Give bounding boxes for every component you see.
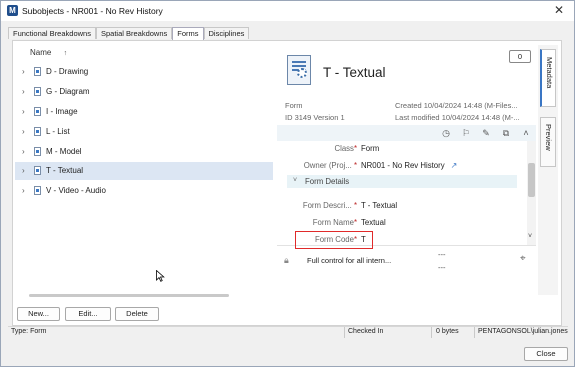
property-label-owner: Owner (Proj... * (303, 161, 357, 170)
modified-info: Last modified 10/04/2024 14:48 (M-... (395, 113, 520, 122)
status-separator (431, 327, 432, 338)
tab-functional-breakdowns[interactable]: Functional Breakdowns (8, 27, 96, 39)
chevron-right-icon[interactable]: › (22, 67, 25, 76)
chevron-right-icon[interactable]: › (22, 147, 25, 156)
property-label-description: Form Descri... * (302, 201, 357, 210)
tree-item-model[interactable]: › M - Model (15, 143, 273, 161)
permissions-row[interactable]: 🔒︎ Full control for all intern... --- --… (277, 245, 536, 275)
group-label: Form Details (305, 177, 350, 186)
scroll-down-icon[interactable]: ˅ (528, 233, 532, 240)
tab-disciplines[interactable]: Disciplines (203, 27, 250, 39)
metadata-card: T - Textual 0 Form ID 3149 Version 1 Cre… (277, 45, 536, 295)
form-icon (34, 67, 41, 76)
close-icon[interactable]: ✕ (552, 3, 566, 17)
gear-icon (297, 68, 307, 78)
tab-spatial-breakdowns[interactable]: Spatial Breakdowns (95, 27, 173, 39)
form-icon (34, 147, 41, 156)
status-separator (344, 327, 345, 338)
lock-icon: 🔒︎ (284, 255, 289, 265)
flag-icon[interactable]: ⚐ (461, 128, 471, 138)
tree-item-label: T - Textual (46, 166, 84, 175)
mouse-cursor-icon (156, 270, 165, 282)
id-version: ID 3149 Version 1 (285, 113, 345, 122)
tree-item-drawing[interactable]: › D - Drawing (15, 63, 273, 81)
tree-item-video-audio[interactable]: › V - Video - Audio (15, 182, 273, 200)
pin-icon[interactable]: ✎ (481, 128, 491, 138)
property-label-class: Class* (334, 144, 357, 153)
refresh-target-icon[interactable]: ⌖ (520, 253, 526, 264)
column-header-label: Name (30, 48, 52, 57)
history-clock-icon[interactable]: ◷ (441, 128, 451, 138)
chevron-up-icon[interactable]: ˄ (521, 128, 531, 138)
new-button[interactable]: New... (17, 307, 60, 321)
side-tab-strip: Metadata Preview (538, 45, 558, 295)
tree-item-label: D - Drawing (46, 67, 89, 76)
title-bar: M Subobjects - NR001 - No Rev History ✕ (1, 1, 574, 21)
metadata-header: T - Textual 0 Form ID 3149 Version 1 Cre… (277, 45, 536, 123)
form-code-highlight-box (295, 231, 373, 249)
form-icon (34, 186, 41, 195)
scrollbar-thumb[interactable] (528, 163, 535, 197)
tree-item-list[interactable]: › L - List (15, 123, 273, 141)
tree-item-label: L - List (46, 127, 70, 136)
permissions-label: Full control for all intern... (307, 256, 392, 265)
status-size: 0 bytes (436, 328, 459, 335)
object-class: Form (285, 101, 303, 110)
tree-item-label: I - Image (46, 107, 78, 116)
form-icon (34, 166, 41, 175)
status-user: PENTAGONSOL\julian.jones (478, 328, 568, 335)
open-link-icon[interactable]: ↗ (451, 161, 458, 170)
dialog-window: M Subobjects - NR001 - No Rev History ✕ … (0, 0, 575, 367)
created-info: Created 10/04/2024 14:48 (M-Files... (395, 101, 518, 110)
property-label-form-name: Form Name* (312, 218, 357, 227)
property-value-form-name[interactable]: Textual (361, 218, 386, 227)
form-icon (34, 87, 41, 96)
chevron-right-icon[interactable]: › (22, 87, 25, 96)
property-value-class[interactable]: Form (361, 144, 379, 153)
sort-ascending-icon: ↑ (63, 50, 68, 57)
tree-item-label: G - Diagram (46, 87, 90, 96)
chevron-right-icon[interactable]: › (22, 186, 25, 195)
delete-button[interactable]: Delete (115, 307, 159, 321)
tree-item-label: V - Video - Audio (46, 186, 106, 195)
name-column-header[interactable]: Name ↑ (30, 48, 67, 57)
property-value-description[interactable]: T - Textual (361, 201, 397, 210)
status-type: Type: Form (11, 328, 47, 335)
comment-count-badge[interactable]: 0 (509, 50, 531, 63)
property-value-owner[interactable]: NR001 - No Rev History ↗ (361, 161, 457, 170)
form-icon (34, 127, 41, 136)
form-details-group[interactable]: ˅ Form Details (287, 175, 517, 188)
chevron-right-icon[interactable]: › (22, 107, 25, 116)
horizontal-scrollbar[interactable] (29, 294, 229, 297)
forms-tree: Name ↑ › D - Drawing › G - Diagram › I -… (15, 45, 273, 289)
tree-item-label: M - Model (46, 147, 82, 156)
tab-strip: Functional Breakdowns Spatial Breakdowns… (8, 27, 250, 40)
status-separator (474, 327, 475, 338)
tree-item-image[interactable]: › I - Image (15, 103, 273, 121)
window-title: Subobjects - NR001 - No Rev History (22, 6, 163, 16)
chevron-right-icon[interactable]: › (22, 127, 25, 136)
properties-scrollbar[interactable]: ˅ (527, 141, 536, 245)
workflow-icon[interactable]: ⧉ (501, 128, 511, 138)
metadata-toolbar: ◷ ⚐ ✎ ⧉ ˄ (277, 125, 536, 141)
tab-preview[interactable]: Preview (540, 117, 556, 167)
permissions-dash-1: --- (438, 250, 446, 259)
object-title: T - Textual (323, 65, 386, 80)
status-state: Checked In (348, 328, 384, 335)
tree-item-textual[interactable]: › T - Textual (15, 162, 273, 180)
permissions-dash-2: --- (438, 263, 446, 272)
status-bar: Type: Form Checked In 0 bytes PENTAGONSO… (8, 326, 568, 338)
mfiles-logo-icon: M (7, 5, 18, 16)
chevron-down-icon: ˅ (293, 177, 298, 184)
tab-metadata[interactable]: Metadata (540, 49, 556, 107)
edit-button[interactable]: Edit... (65, 307, 111, 321)
tree-item-diagram[interactable]: › G - Diagram (15, 83, 273, 101)
tab-forms[interactable]: Forms (172, 27, 204, 40)
close-button[interactable]: Close (524, 347, 568, 361)
chevron-right-icon[interactable]: › (22, 166, 25, 175)
form-icon (34, 107, 41, 116)
